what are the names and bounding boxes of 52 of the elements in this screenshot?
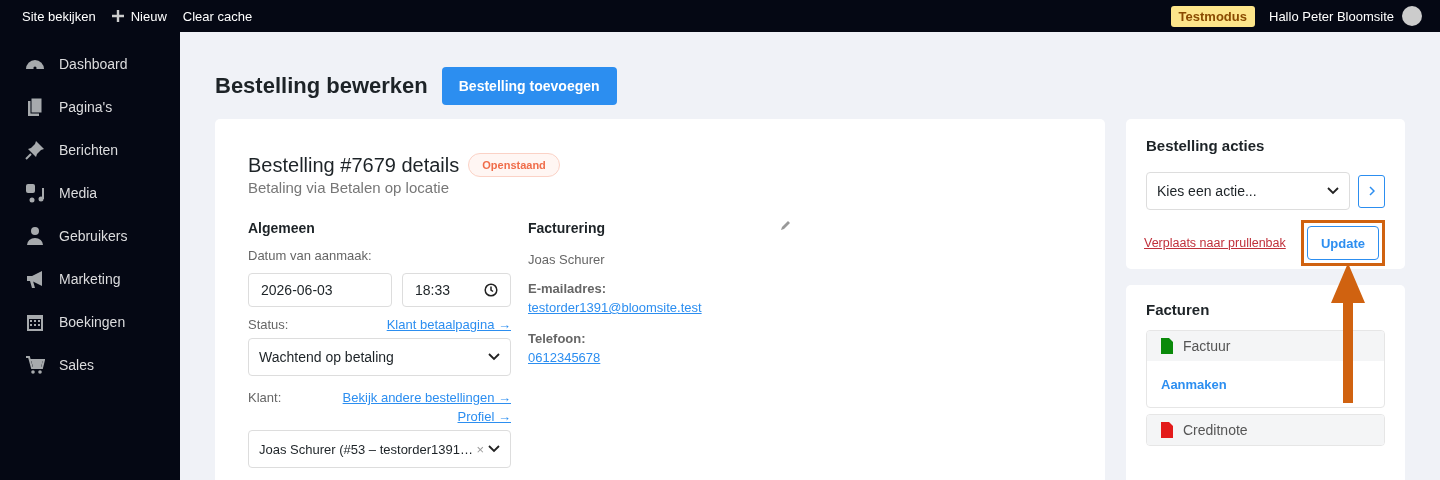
- greeting-text[interactable]: Hallo Peter Bloomsite: [1269, 8, 1394, 24]
- user-icon: [25, 225, 45, 246]
- admin-bar-link[interactable]: Site bekijken: [22, 8, 96, 24]
- field-label: Datum van aanmaak:: [248, 248, 373, 263]
- section-heading: Facturering: [528, 220, 605, 236]
- avatar-icon[interactable]: [1402, 6, 1422, 26]
- field-label: Telefoon:: [528, 331, 586, 346]
- cart-icon: [25, 354, 45, 375]
- customer-select[interactable]: Joas Schurer (#53 – testorder1391… ×: [248, 430, 511, 468]
- chevron-down-icon: [1327, 187, 1339, 195]
- chevron-down-icon: [488, 445, 500, 453]
- field-label: E-mailadres:: [528, 281, 607, 296]
- status-select[interactable]: Wachtend op betaling: [248, 338, 511, 376]
- field-label: Klant:: [248, 390, 282, 405]
- card-title: Bestelling acties: [1146, 137, 1266, 154]
- field-label: Status:: [248, 317, 289, 332]
- time-field[interactable]: 18:33: [402, 273, 511, 307]
- email-link[interactable]: testorder1391@bloomsite.test: [528, 300, 702, 315]
- chevron-down-icon: [488, 353, 500, 361]
- test-mode-badge: Testmodus: [1170, 5, 1255, 27]
- card-title: Facturen: [1146, 301, 1211, 318]
- date-field[interactable]: 2026-06-03: [248, 273, 392, 307]
- sidebar-item[interactable]: Sales: [0, 343, 180, 386]
- chevron-right-icon: [1368, 186, 1375, 196]
- move-to-trash-link[interactable]: Verplaats naar prullenbak: [1144, 236, 1286, 250]
- sidebar-item[interactable]: Boekingen: [0, 300, 180, 343]
- phone-link[interactable]: 0612345678: [528, 350, 601, 365]
- payment-method-text: Betaling via Betalen op locatie: [248, 179, 450, 196]
- status-badge: Openstaand: [468, 153, 560, 177]
- megaphone-icon: [25, 268, 45, 289]
- sidebar-item[interactable]: Dashboard: [0, 42, 180, 85]
- order-title: Bestelling #7679 details: [248, 153, 460, 177]
- sidebar-item[interactable]: Gebruikers: [0, 214, 180, 257]
- media-icon: [25, 182, 45, 203]
- pages-icon: [25, 96, 45, 117]
- pencil-icon[interactable]: [780, 220, 791, 231]
- admin-bar-link[interactable]: Clear cache: [182, 8, 253, 24]
- invoice-type: Creditnote: [1183, 422, 1248, 438]
- sidebar-item[interactable]: Berichten: [0, 128, 180, 171]
- page-title: Bestelling bewerken: [215, 73, 428, 99]
- sidebar-item[interactable]: Pagina's: [0, 85, 180, 128]
- sidebar-item[interactable]: Marketing: [0, 257, 180, 300]
- invoice-type: Factuur: [1183, 338, 1231, 354]
- plus-icon: [111, 10, 124, 22]
- customer-name: Joas Schurer: [528, 252, 605, 267]
- admin-bar-link[interactable]: Nieuw: [111, 8, 167, 24]
- pin-icon: [25, 139, 45, 160]
- action-select[interactable]: Kies een actie...: [1146, 172, 1350, 210]
- section-heading: Algemeen: [248, 220, 316, 236]
- clock-icon: [484, 283, 498, 297]
- sidebar-item[interactable]: Media: [0, 171, 180, 214]
- apply-action-button[interactable]: [1358, 174, 1385, 208]
